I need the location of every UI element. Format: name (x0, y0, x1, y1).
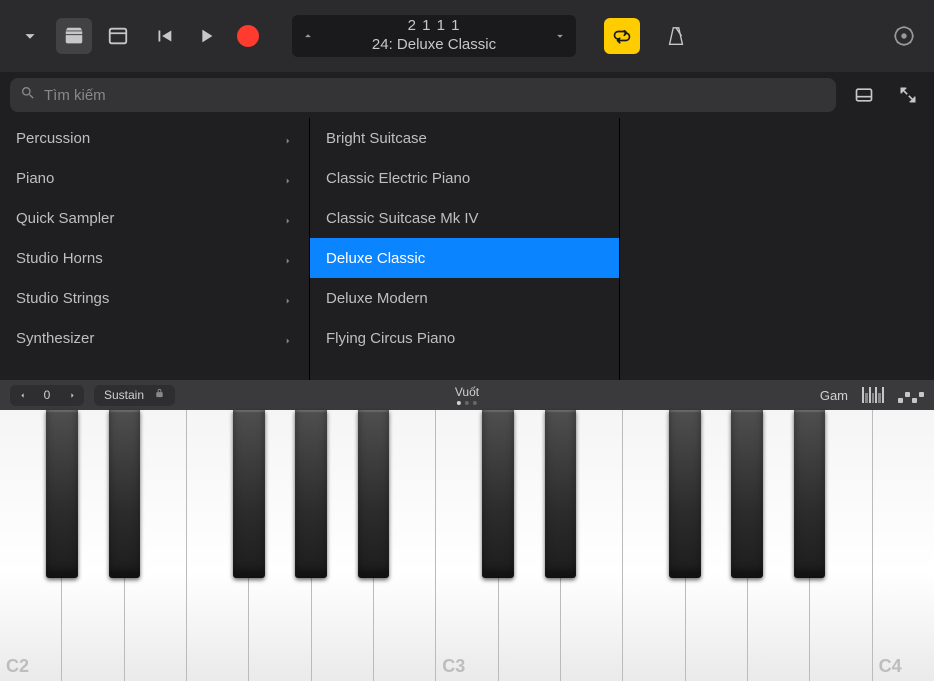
piano-keyboard: C2 C3 C4 (0, 410, 934, 681)
black-key[interactable] (295, 410, 327, 578)
chevron-right-icon (283, 133, 293, 143)
preset-item[interactable]: Classic Suitcase Mk IV (310, 198, 619, 238)
sound-browser: Percussion Piano Quick Sampler Studio Horns… (0, 118, 934, 380)
preset-label: Bright Suitcase (326, 130, 427, 147)
sustain-button[interactable]: Sustain (94, 384, 175, 406)
category-item[interactable]: Studio Horns (0, 238, 309, 278)
top-toolbar: 2 1 1 1 24: Deluxe Classic (0, 0, 934, 72)
search-box[interactable] (10, 78, 836, 112)
lcd-position: 2 1 1 1 (324, 17, 544, 36)
preset-item[interactable]: Bright Suitcase (310, 118, 619, 158)
chevron-right-icon (283, 173, 293, 183)
prev-track-button[interactable] (292, 15, 324, 57)
chevron-right-icon (283, 213, 293, 223)
metronome-button[interactable] (658, 18, 694, 54)
octave-label: C4 (879, 656, 902, 677)
black-key[interactable] (109, 410, 141, 578)
category-item[interactable]: Quick Sampler (0, 198, 309, 238)
preset-label: Flying Circus Piano (326, 330, 455, 347)
category-label: Piano (16, 170, 54, 187)
category-item[interactable]: Studio Strings (0, 278, 309, 318)
chevron-right-icon (283, 333, 293, 343)
record-button[interactable] (234, 22, 262, 50)
category-label: Synthesizer (16, 330, 94, 347)
octave-control: 0 (10, 384, 84, 406)
view-button[interactable] (100, 18, 136, 54)
play-button[interactable] (192, 22, 220, 50)
black-key[interactable] (46, 410, 78, 578)
category-item[interactable]: Percussion (0, 118, 309, 158)
lcd-center[interactable]: 2 1 1 1 24: Deluxe Classic (324, 17, 544, 55)
octave-label: C2 (6, 656, 29, 677)
keyboard-controls-bar: 0 Sustain Vuốt Gam (0, 380, 934, 410)
category-item[interactable]: Synthesizer (0, 318, 309, 358)
category-label: Quick Sampler (16, 210, 114, 227)
page-dots (455, 401, 479, 405)
transport-controls (150, 22, 262, 50)
lcd-track-title: 24: Deluxe Classic (324, 36, 544, 55)
rewind-button[interactable] (150, 22, 178, 50)
search-icon (20, 85, 36, 106)
black-key[interactable] (233, 410, 265, 578)
settings-button[interactable] (886, 18, 922, 54)
category-label: Studio Strings (16, 290, 109, 307)
lcd-display: 2 1 1 1 24: Deluxe Classic (292, 15, 576, 57)
category-label: Studio Horns (16, 250, 103, 267)
search-row (0, 72, 934, 118)
octave-label: C3 (442, 656, 465, 677)
category-item[interactable]: Piano (0, 158, 309, 198)
nav-menu-button[interactable] (12, 18, 48, 54)
preset-item[interactable]: Deluxe Modern (310, 278, 619, 318)
black-key[interactable] (731, 410, 763, 578)
touch-mode-indicator[interactable]: Vuốt (455, 385, 479, 405)
chevron-right-icon (283, 253, 293, 263)
preset-item[interactable]: Flying Circus Piano (310, 318, 619, 358)
keyboard-mode-button[interactable] (862, 387, 884, 403)
next-track-button[interactable] (544, 15, 576, 57)
category-label: Percussion (16, 130, 90, 147)
black-key[interactable] (794, 410, 826, 578)
black-key[interactable] (545, 410, 577, 578)
touch-mode-label: Vuốt (455, 385, 479, 399)
library-button[interactable] (56, 18, 92, 54)
scale-button[interactable]: Gam (820, 388, 848, 403)
preset-column: Bright Suitcase Classic Electric Piano Cla… (310, 118, 620, 380)
preset-label: Classic Electric Piano (326, 170, 470, 187)
octave-down-button[interactable] (10, 384, 34, 406)
arpeggiator-mode-button[interactable] (898, 387, 924, 403)
search-input[interactable] (44, 87, 826, 104)
chevron-right-icon (283, 293, 293, 303)
preset-label: Deluxe Classic (326, 250, 425, 267)
loop-button[interactable] (604, 18, 640, 54)
panel-toggle-button[interactable] (848, 79, 880, 111)
black-key[interactable] (482, 410, 514, 578)
preset-label: Classic Suitcase Mk IV (326, 210, 479, 227)
expand-button[interactable] (892, 79, 924, 111)
category-column: Percussion Piano Quick Sampler Studio Horns… (0, 118, 310, 380)
lock-icon (154, 388, 165, 402)
preset-label: Deluxe Modern (326, 290, 428, 307)
octave-up-button[interactable] (60, 384, 84, 406)
sustain-label: Sustain (104, 388, 144, 402)
octave-value: 0 (34, 388, 60, 402)
black-key[interactable] (669, 410, 701, 578)
black-key[interactable] (358, 410, 390, 578)
preset-item[interactable]: Classic Electric Piano (310, 158, 619, 198)
white-key[interactable]: C4 (873, 410, 934, 681)
preset-item[interactable]: Deluxe Classic (310, 238, 619, 278)
